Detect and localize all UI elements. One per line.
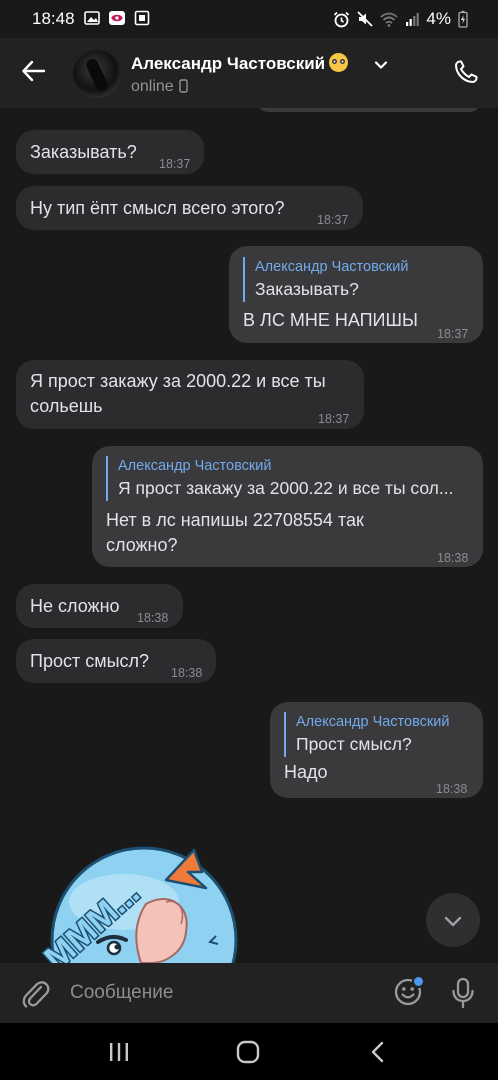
mobile-device-icon	[179, 79, 188, 93]
message-time: 18:38	[437, 551, 469, 565]
status-system-icons: 4%	[333, 9, 468, 29]
eye-notification-icon	[109, 11, 125, 25]
mute-icon	[357, 11, 374, 27]
message-time: 18:37	[437, 327, 469, 341]
reply-author: Александр Частовский	[118, 458, 272, 474]
message-time: 18:38	[137, 611, 169, 625]
sticker-message[interactable]: МММ...	[16, 832, 246, 963]
message-bubble-incoming[interactable]: Я прост закажу за 2000.22 и все ты солье…	[16, 360, 364, 429]
paperclip-attach-icon[interactable]	[20, 977, 50, 1009]
back-arrow-icon[interactable]	[20, 58, 46, 84]
alarm-icon	[334, 11, 350, 27]
message-time: 18:37	[159, 157, 191, 171]
chevron-down-icon	[444, 916, 462, 927]
new-stickers-badge	[412, 975, 425, 988]
battery-percent: 4%	[426, 9, 451, 28]
status-notification-icons	[84, 10, 150, 26]
home-icon[interactable]	[236, 1040, 260, 1064]
message-bubble-outgoing[interactable]: Александр Частовский Прост смысл? Надо 1…	[270, 702, 483, 798]
message-time: 18:37	[318, 412, 350, 426]
back-nav-icon[interactable]	[368, 1041, 388, 1063]
message-input[interactable]	[70, 975, 370, 1011]
contact-status: online	[131, 78, 188, 96]
message-bubble-clipped	[256, 108, 482, 112]
reply-text: Заказывать?	[255, 279, 359, 299]
message-text: Заказывать?	[30, 142, 137, 162]
screenshot-notification-icon	[134, 10, 150, 26]
phone-call-icon[interactable]	[452, 58, 480, 86]
microphone-icon[interactable]	[451, 977, 475, 1009]
status-bar: 18:48 4%	[0, 0, 498, 38]
message-bubble-incoming[interactable]: Прост смысл? 18:38	[16, 639, 216, 683]
message-bubble-incoming[interactable]: Не сложно 18:38	[16, 584, 183, 628]
message-composer	[0, 963, 498, 1023]
message-text: Прост смысл?	[30, 651, 150, 671]
status-time: 18:48	[32, 9, 75, 28]
chevron-down-icon[interactable]	[373, 57, 389, 73]
message-time: 18:37	[317, 213, 349, 227]
wifi-icon	[380, 12, 399, 27]
reply-text: Прост смысл?	[296, 734, 412, 754]
scroll-to-bottom-button[interactable]	[426, 893, 480, 947]
message-text: Нет в лс напишы 22708554 так сложно?	[106, 510, 364, 555]
message-bubble-incoming[interactable]: Заказывать? 18:37	[16, 130, 204, 174]
battery-charging-icon	[458, 10, 468, 28]
message-text: Не сложно	[30, 596, 120, 616]
reply-quote[interactable]: Александр Частовский Прост смысл?	[284, 712, 486, 757]
chat-header: Александр Частовский online	[0, 38, 498, 108]
message-text: Я прост закажу за 2000.22 и все ты солье…	[30, 371, 326, 416]
recent-apps-icon[interactable]	[108, 1041, 130, 1063]
message-time: 18:38	[171, 666, 203, 680]
message-bubble-incoming[interactable]: Ну тип ёпт смысл всего этого? 18:37	[16, 186, 363, 230]
message-text: В ЛС МНЕ НАПИШЫ	[243, 310, 418, 330]
reply-quote[interactable]: Александр Частовский Я прост закажу за 2…	[106, 456, 478, 501]
contact-name[interactable]: Александр Частовский	[131, 53, 349, 74]
message-time: 18:38	[436, 782, 468, 796]
gallery-notification-icon	[84, 11, 100, 25]
signal-icon	[406, 12, 420, 26]
contact-name-text: Александр Частовский	[131, 54, 326, 73]
message-bubble-outgoing[interactable]: Александр Частовский Заказывать? В ЛС МН…	[229, 246, 483, 343]
message-bubble-outgoing[interactable]: Александр Частовский Я прост закажу за 2…	[92, 446, 483, 567]
message-text: Надо	[284, 762, 328, 782]
online-status-text: online	[131, 78, 174, 95]
reply-author: Александр Частовский	[296, 714, 450, 730]
flushed-face-emoji-icon	[329, 53, 349, 72]
reply-author: Александр Частовский	[255, 259, 409, 275]
reply-text: Я прост закажу за 2000.22 и все ты сол..…	[118, 478, 454, 498]
system-navigation-bar	[0, 1023, 498, 1080]
contact-avatar[interactable]	[73, 50, 121, 98]
fish-sticker-image: МММ...	[36, 846, 238, 963]
reply-quote[interactable]: Александр Частовский Заказывать?	[243, 257, 475, 302]
message-text: Ну тип ёпт смысл всего этого?	[30, 198, 285, 218]
